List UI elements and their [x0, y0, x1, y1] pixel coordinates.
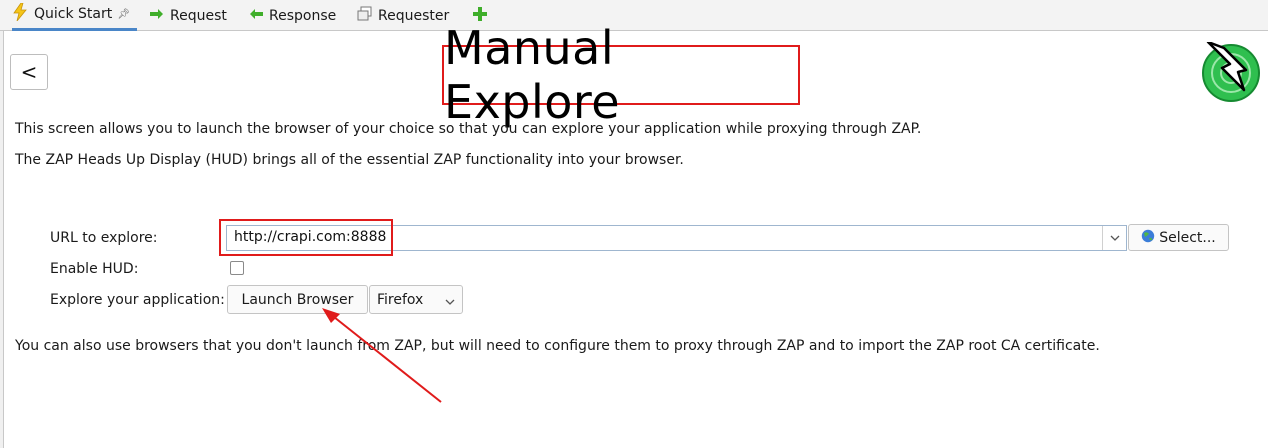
select-button-label: Select...: [1159, 229, 1216, 246]
select-url-button[interactable]: Select...: [1128, 224, 1229, 251]
arrow-right-icon: [150, 8, 164, 24]
tab-requester[interactable]: Requester: [357, 0, 449, 31]
tab-label: Response: [269, 7, 337, 24]
browser-select-value: Firefox: [377, 292, 424, 308]
enable-hud-checkbox[interactable]: [230, 261, 244, 275]
back-button[interactable]: <: [10, 54, 48, 90]
tab-label: Quick Start: [34, 6, 113, 22]
url-annotation-box: [219, 219, 393, 256]
globe-icon: [1141, 229, 1155, 247]
explore-label: Explore your application:: [50, 292, 225, 308]
zap-logo: [1200, 40, 1262, 104]
chevron-down-icon[interactable]: [1102, 226, 1126, 250]
tab-request[interactable]: Request: [150, 0, 227, 31]
page-title: Manual Explore: [444, 21, 621, 129]
launch-browser-button[interactable]: Launch Browser: [227, 285, 368, 314]
intro-line-1: This screen allows you to launch the bro…: [15, 121, 922, 137]
lightning-icon: [12, 2, 28, 25]
page-title-highlight: Manual Explore: [442, 21, 800, 129]
browser-select[interactable]: Firefox: [369, 285, 463, 314]
requester-icon: [357, 6, 372, 25]
footer-note: You can also use browsers that you don't…: [15, 338, 1100, 354]
pin-icon[interactable]: 📌︎: [117, 9, 130, 20]
tab-quick-start[interactable]: Quick Start 📌︎: [12, 0, 137, 31]
intro-line-2: The ZAP Heads Up Display (HUD) brings al…: [15, 152, 684, 168]
tab-label: Requester: [378, 7, 450, 24]
tab-response[interactable]: Response: [249, 0, 336, 31]
left-rail: [0, 31, 4, 448]
tab-label: Request: [170, 7, 227, 24]
chevron-down-icon: [445, 293, 455, 309]
arrow-left-icon: [249, 8, 263, 24]
hud-label: Enable HUD:: [50, 261, 139, 277]
url-label: URL to explore:: [50, 230, 158, 246]
